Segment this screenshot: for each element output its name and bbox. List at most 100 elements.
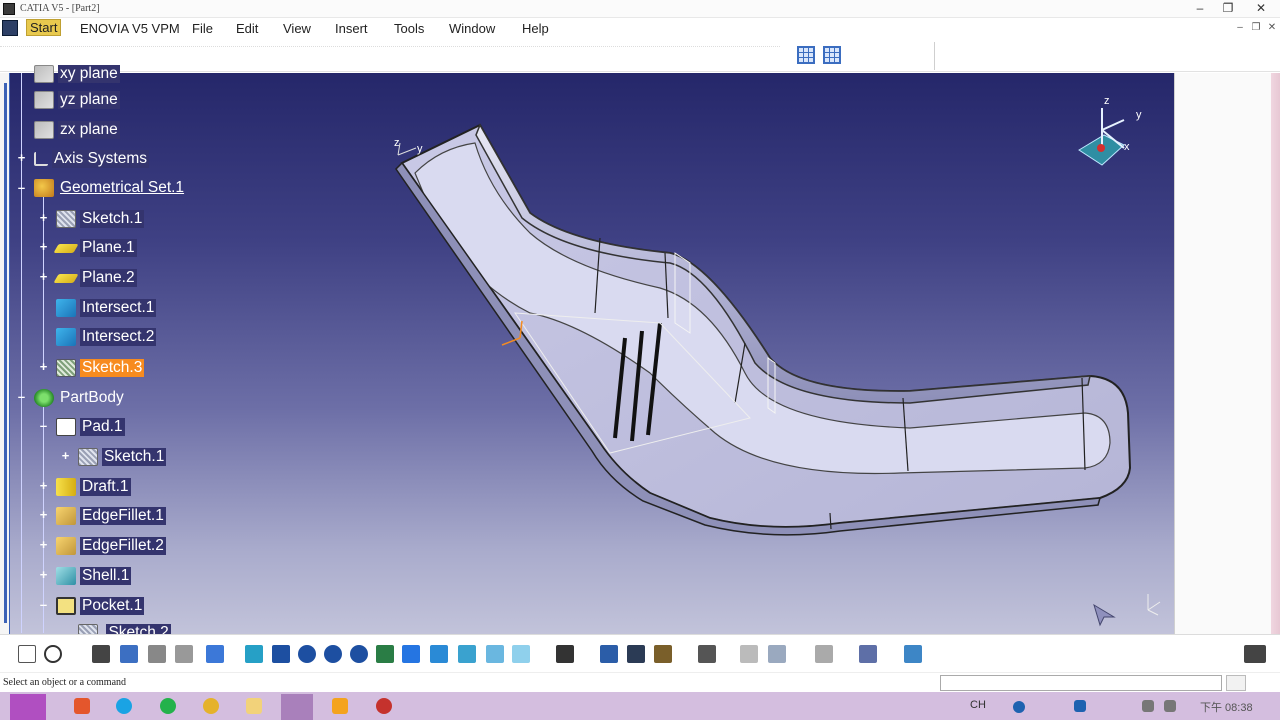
volume-icon[interactable] (1164, 700, 1176, 712)
select-icon[interactable] (245, 645, 263, 663)
expand-icon[interactable]: + (16, 151, 27, 164)
tree-item-plane-2[interactable]: Plane.2 (53, 266, 137, 290)
tree-item-plane-1[interactable]: Plane.1 (53, 236, 137, 260)
tree-item-pad-1[interactable]: Pad.1 (56, 415, 125, 439)
tree-item-yz-plane[interactable]: yz plane (34, 88, 120, 112)
comment-icon[interactable] (44, 645, 62, 663)
expand-icon[interactable]: + (38, 240, 49, 253)
input-language[interactable]: CH (970, 699, 986, 711)
minimize-button[interactable]: – (1185, 0, 1215, 18)
collapse-icon[interactable]: – (16, 181, 27, 194)
macro-icon[interactable] (904, 645, 922, 663)
tree-item-pocket-1[interactable]: Pocket.1 (56, 594, 145, 618)
formula-icon[interactable] (18, 645, 36, 663)
analysis-icon[interactable] (175, 645, 193, 663)
help-tray-icon[interactable] (1013, 701, 1025, 713)
chrome-icon[interactable] (203, 698, 219, 714)
update-icon[interactable] (556, 645, 574, 663)
close-button[interactable]: ✕ (1246, 0, 1276, 18)
expand-icon[interactable]: + (38, 479, 49, 492)
command-button[interactable] (1226, 675, 1246, 691)
pan-icon[interactable] (272, 645, 290, 663)
office-icon[interactable] (74, 698, 90, 714)
menu-view[interactable]: View (283, 21, 311, 36)
constraint-icon[interactable] (600, 645, 618, 663)
3d-viewport[interactable]: z y z y x (10, 73, 1174, 634)
catalog-icon[interactable] (768, 645, 786, 663)
doc-minimize-button[interactable]: – (1233, 21, 1247, 35)
tree-item-pocket-sketch-2[interactable]: Sketch.2 (78, 624, 171, 634)
zoom-out-icon[interactable] (350, 645, 368, 663)
tree-item-zx-plane[interactable]: zx plane (34, 118, 120, 142)
iso-view-icon[interactable] (430, 645, 448, 663)
collapse-icon[interactable]: – (38, 598, 49, 611)
hide-show-icon[interactable] (486, 645, 504, 663)
measure-icon[interactable] (148, 645, 166, 663)
multi-view-icon[interactable] (402, 645, 420, 663)
swap-visible-icon[interactable] (512, 645, 530, 663)
menu-start[interactable]: Start (26, 19, 62, 36)
menu-help[interactable]: Help (522, 21, 549, 36)
grid-settings-icon[interactable] (740, 645, 758, 663)
recorder-icon[interactable] (376, 698, 392, 714)
menu-file[interactable]: File (192, 21, 213, 36)
file-explorer-icon[interactable] (246, 698, 262, 714)
shading-icon[interactable] (458, 645, 476, 663)
menu-tools[interactable]: Tools (394, 21, 424, 36)
render-style-icon[interactable] (859, 645, 877, 663)
tree-item-partbody[interactable]: PartBody (34, 386, 126, 410)
part-geometry[interactable] (10, 73, 1174, 634)
tree-item-geometrical-set[interactable]: Geometrical Set.1 (34, 176, 186, 200)
tree-item-intersect-1[interactable]: Intersect.1 (56, 296, 157, 320)
tree-item-xy-plane[interactable]: xy plane (34, 62, 120, 86)
command-input[interactable] (940, 675, 1222, 691)
doc-restore-button[interactable]: ❐ (1249, 21, 1263, 35)
expand-icon[interactable]: + (38, 568, 49, 581)
expand-icon[interactable]: + (38, 270, 49, 283)
menu-insert[interactable]: Insert (335, 21, 368, 36)
collapse-icon[interactable]: – (16, 390, 27, 403)
tree-item-edgefillet-1[interactable]: EdgeFillet.1 (56, 504, 166, 528)
zoom-in-icon[interactable] (324, 645, 342, 663)
links-icon[interactable] (120, 645, 138, 663)
collapse-icon[interactable]: – (38, 419, 49, 432)
expand-icon[interactable]: + (38, 211, 49, 224)
menu-edit[interactable]: Edit (236, 21, 258, 36)
tree-item-edgefillet-2[interactable]: EdgeFillet.2 (56, 534, 166, 558)
rotate-icon[interactable] (298, 645, 316, 663)
start-icon[interactable] (2, 20, 18, 36)
anchor-icon[interactable] (627, 645, 645, 663)
menu-enovia[interactable]: ENOVIA V5 VPM (80, 21, 180, 36)
menu-window[interactable]: Window (449, 21, 495, 36)
catia-taskbar-icon[interactable] (281, 694, 313, 720)
tree-item-pad-sketch-1[interactable]: Sketch.1 (78, 445, 167, 469)
view-mode-icon[interactable] (815, 645, 833, 663)
expand-icon[interactable]: + (38, 538, 49, 551)
expand-icon[interactable]: + (38, 508, 49, 521)
tree-item-shell-1[interactable]: Shell.1 (56, 564, 132, 588)
maximize-button[interactable]: ❐ (1213, 0, 1243, 18)
tree-item-draft-1[interactable]: Draft.1 (56, 475, 131, 499)
start-button-icon[interactable] (10, 694, 46, 720)
skype-icon[interactable] (116, 698, 132, 714)
line-icon[interactable] (160, 698, 176, 714)
tree-item-sketch-1[interactable]: Sketch.1 (56, 207, 145, 231)
capture-icon[interactable] (698, 645, 716, 663)
snap-grid-icon[interactable] (823, 46, 841, 64)
windows-tray-icon[interactable] (1074, 700, 1086, 712)
table-icon[interactable] (92, 645, 110, 663)
doc-close-button[interactable]: ✕ (1265, 21, 1279, 35)
expand-icon[interactable]: + (60, 449, 71, 462)
normal-view-icon[interactable] (376, 645, 394, 663)
compass[interactable] (1074, 100, 1134, 170)
network-icon[interactable] (1142, 700, 1154, 712)
player-icon[interactable] (332, 698, 348, 714)
expand-icon[interactable]: + (38, 360, 49, 373)
tree-item-intersect-2[interactable]: Intersect.2 (56, 325, 157, 349)
tree-item-sketch-3[interactable]: Sketch.3 (56, 356, 145, 380)
fit-all-icon[interactable] (206, 645, 224, 663)
clock[interactable]: 下午 08:38 (1200, 699, 1253, 715)
tree-item-axis-systems[interactable]: Axis Systems (34, 147, 150, 171)
grid-icon[interactable] (797, 46, 815, 64)
apply-material-icon[interactable] (654, 645, 672, 663)
